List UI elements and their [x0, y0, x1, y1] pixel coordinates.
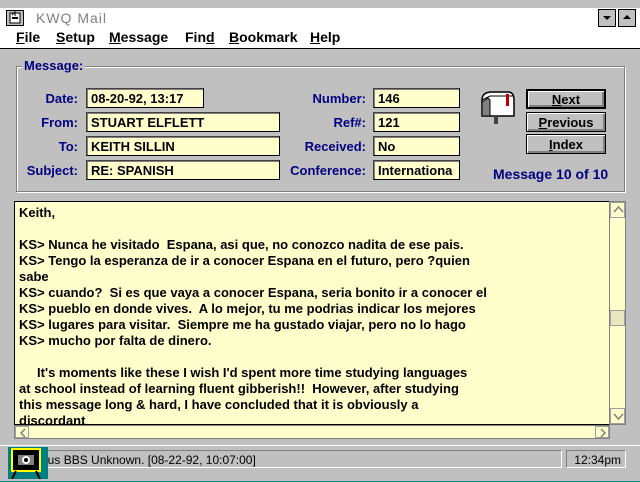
conference-field[interactable]: Internationa	[373, 160, 460, 180]
status-clock: 12:34pm	[566, 450, 626, 468]
next-button[interactable]: Next	[526, 89, 606, 109]
message-body[interactable]: Keith, KS> Nunca he visitado Espana, asi …	[14, 201, 610, 425]
horizontal-scrollbar[interactable]	[14, 425, 610, 439]
vertical-scroll-thumb[interactable]	[610, 310, 625, 326]
body-line: discordant	[19, 413, 86, 425]
body-line: Keith,	[19, 205, 56, 220]
from-label: From:	[41, 115, 78, 130]
body-line: this message long & hard, I have conclud…	[19, 397, 419, 412]
body-line: sabe	[19, 269, 49, 284]
kwq-mail-window: KWQ Mail File Setup Message Find Bookmar…	[0, 0, 640, 481]
title-bar[interactable]: KWQ Mail	[0, 8, 640, 29]
menu-help[interactable]: Help	[310, 29, 340, 45]
status-message: Proteus BBS Unknown. [08-22-92, 10:07:00…	[14, 450, 562, 468]
ref-field[interactable]: 121	[373, 112, 460, 132]
body-line	[15, 349, 609, 365]
scroll-down-icon[interactable]	[610, 408, 625, 424]
menu-find[interactable]: Find	[185, 29, 215, 45]
body-line: KS> pueblo en donde vives. A lo mejor, t…	[19, 301, 476, 316]
window-title: KWQ Mail	[36, 10, 107, 26]
status-bar: Proteus BBS Unknown. [08-22-92, 10:07:00…	[0, 445, 640, 481]
scroll-right-icon[interactable]	[595, 426, 609, 438]
number-field[interactable]: 146	[373, 88, 460, 108]
body-line: KS> mucho por falta de dinero.	[19, 333, 212, 348]
subject-label: Subject:	[26, 163, 78, 178]
menu-setup[interactable]: Setup	[56, 29, 95, 45]
menu-message[interactable]: Message	[109, 29, 168, 45]
number-label: Number:	[312, 91, 366, 106]
from-field[interactable]: STUART ELFLETT	[86, 112, 280, 132]
scroll-left-icon[interactable]	[15, 426, 29, 438]
menu-bar: File Setup Message Find Bookmark Help	[0, 28, 640, 49]
to-label: To:	[58, 139, 78, 154]
menu-bookmark[interactable]: Bookmark	[229, 29, 297, 45]
ref-label: Ref#:	[333, 115, 366, 130]
terminal-icon[interactable]	[8, 447, 48, 480]
minimize-icon[interactable]	[598, 9, 616, 27]
message-counter: Message 10 of 10	[493, 166, 609, 182]
system-menu-icon[interactable]	[6, 10, 24, 26]
conference-label: Conference:	[290, 163, 366, 178]
maximize-icon[interactable]	[618, 9, 636, 27]
body-line: at school instead of learning fluent gib…	[19, 381, 459, 396]
message-group-title: Message:	[22, 58, 86, 73]
received-label: Received:	[304, 139, 366, 154]
body-line	[15, 221, 609, 237]
previous-button[interactable]: Previous	[526, 112, 606, 132]
scroll-up-icon[interactable]	[610, 202, 625, 218]
index-button[interactable]: Index	[526, 134, 606, 154]
mailbox-icon	[478, 86, 518, 129]
menu-file[interactable]: File	[16, 29, 40, 45]
body-line: KS> Tengo la esperanza de ir a conocer E…	[19, 253, 470, 268]
received-field[interactable]: No	[373, 136, 460, 156]
date-field[interactable]: 08-20-92, 13:17	[86, 88, 204, 108]
vertical-scrollbar[interactable]	[609, 201, 626, 425]
subject-field[interactable]: RE: SPANISH	[86, 160, 280, 180]
body-line: KS> cuando? Si es que vaya a conocer Esp…	[19, 285, 487, 300]
date-label: Date:	[45, 91, 78, 106]
body-line: KS> Nunca he visitado Espana, asi que, n…	[19, 237, 464, 252]
body-line: It's moments like these I wish I'd spent…	[19, 365, 468, 380]
to-field[interactable]: KEITH SILLIN	[86, 136, 280, 156]
body-line: KS> lugares para visitar. Siempre me ha …	[19, 317, 466, 332]
